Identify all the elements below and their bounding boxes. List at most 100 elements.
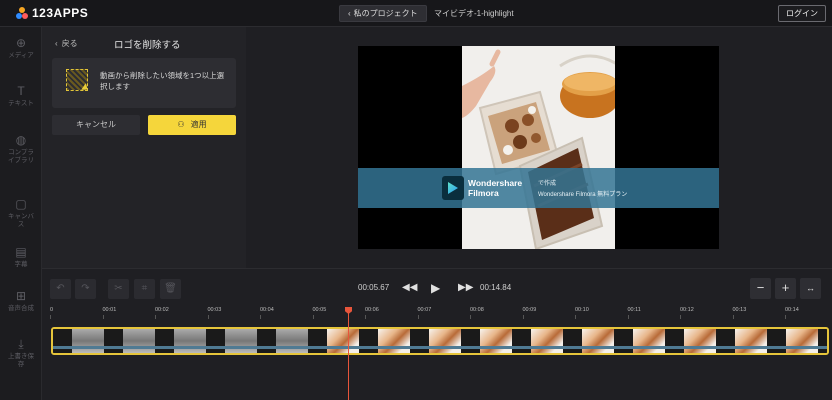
total-time: 00:14.84 <box>480 283 512 292</box>
fit-timeline-icon[interactable]: ↔ <box>800 278 821 299</box>
my-projects-button[interactable]: ‹ 私のプロジェクト <box>339 5 427 22</box>
video-preview[interactable]: Wondershare Filmora で作成 Wondershare Film… <box>358 46 719 249</box>
track-gap <box>206 329 225 353</box>
ruler-tick: 00:04 <box>260 307 274 319</box>
ruler-tick: 00:12 <box>680 307 694 319</box>
video-frame-image <box>462 46 615 249</box>
top-bar: 123APPS ‹ 私のプロジェクト マイビデオ-1-highlight ログイ… <box>0 0 832 27</box>
skip-forward-icon[interactable]: ▶▶ <box>458 280 473 296</box>
ruler-tick: 00:14 <box>785 307 799 319</box>
track-thumbnail <box>531 329 563 353</box>
download-icon: ⤓ <box>18 337 24 351</box>
ruler-tick: 00:02 <box>155 307 169 319</box>
watermark-made-with: で作成 <box>538 181 557 187</box>
login-button[interactable]: ログイン <box>778 5 826 22</box>
sticker-icon: ◍ <box>15 133 27 147</box>
track-thumbnail <box>480 329 512 353</box>
rail-item-subtitles[interactable]: ▤ 字幕 <box>0 245 42 269</box>
undo-icon[interactable]: ↶ <box>50 279 71 299</box>
logo-mark-icon <box>16 7 28 19</box>
ruler-tick: 00:03 <box>207 307 222 319</box>
cut-icon[interactable]: ✂ <box>108 279 129 299</box>
track-gap <box>512 329 531 353</box>
ruler-tick: 00:01 <box>102 307 117 319</box>
filmora-logo-icon <box>442 176 464 200</box>
track-thumbnail <box>786 329 818 353</box>
redo-icon[interactable]: ↷ <box>75 279 96 299</box>
playhead[interactable] <box>348 309 349 400</box>
crop-icon[interactable]: ⌗ <box>134 279 155 299</box>
text-icon: T <box>17 84 25 98</box>
track-thumbnail <box>327 329 359 353</box>
track-thumbnail <box>123 329 155 353</box>
rail-item-label: 字幕 <box>14 261 28 268</box>
canvas-icon: ▢ <box>15 197 27 211</box>
logo-text: 123APPS <box>32 6 89 20</box>
ruler-tick: 00:10 <box>575 307 589 319</box>
voice-icon: ⊞ <box>15 289 27 303</box>
track-thumbnail <box>684 329 716 353</box>
rail-item-voice[interactable]: ⊞ 音声合成 <box>0 289 42 313</box>
rail-item-label: メディア <box>8 52 34 59</box>
watermark-brand-line2: Filmora <box>468 188 499 198</box>
track-gap <box>155 329 174 353</box>
left-toolbar: ⊕ メディア T テキスト ◍ コンプライブラリ ▢ キャンバス ▤ 字幕 ⊞ … <box>0 27 42 400</box>
cancel-button[interactable]: キャンセル <box>52 115 140 135</box>
track-gap <box>359 329 378 353</box>
track-thumbnail <box>582 329 614 353</box>
play-icon[interactable]: ▶ <box>431 280 440 296</box>
audio-waveform <box>53 346 827 349</box>
ruler-tick: 00:07 <box>417 307 432 319</box>
watermark-brand-line1: Wondershare <box>468 178 523 188</box>
video-track[interactable] <box>51 327 829 355</box>
track-thumbnail <box>276 329 308 353</box>
rail-item-label: テキスト <box>8 100 34 107</box>
timeline-area: ↶ ↷ ✂ ⌗ 🗑 00:05.67 ◀◀ ▶ ▶▶ 00:14.84 − + … <box>42 268 832 400</box>
project-name[interactable]: マイビデオ-1-highlight <box>434 8 514 19</box>
rail-item-media[interactable]: ⊕ メディア <box>0 36 42 60</box>
rail-item-label: キャンバス <box>8 213 34 228</box>
track-gap <box>716 329 735 353</box>
track-thumbnail <box>735 329 767 353</box>
track-gap <box>308 329 327 353</box>
rail-item-text[interactable]: T テキスト <box>0 84 42 108</box>
track-thumbnail <box>72 329 104 353</box>
video-editor-app: 123APPS ‹ 私のプロジェクト マイビデオ-1-highlight ログイ… <box>0 0 832 400</box>
instruction-text: 動画から削除したい領域を1つ以上選択します <box>100 71 225 91</box>
timeline-ruler[interactable]: 0 00:01 00:02 00:03 00:04 00:05 00:06 00:07 00:0… <box>50 307 832 319</box>
ruler-tick: 00:08 <box>470 307 484 319</box>
delete-icon[interactable]: 🗑 <box>160 279 181 299</box>
track-gap <box>563 329 582 353</box>
track-gap <box>767 329 786 353</box>
rail-item-save[interactable]: ⤓ 上書き保存 <box>0 337 42 369</box>
panel-back-button[interactable]: ‹ 戻る <box>55 38 78 49</box>
my-projects-label: 私のプロジェクト <box>353 9 418 18</box>
rail-item-label: コンプライブラリ <box>8 149 34 164</box>
ruler-tick: 0 <box>50 307 54 319</box>
apply-button[interactable]: ⚇ 適用 <box>148 115 236 135</box>
preview-area: Wondershare Filmora で作成 Wondershare Film… <box>246 27 832 268</box>
filmora-watermark: Wondershare Filmora で作成 Wondershare Film… <box>358 168 719 208</box>
skip-back-icon[interactable]: ◀◀ <box>402 280 417 296</box>
ruler-tick: 00:05 <box>312 307 327 319</box>
zoom-in-icon[interactable]: + <box>775 278 796 299</box>
track-gap <box>53 329 72 353</box>
track-thumbnail <box>225 329 257 353</box>
app-logo[interactable]: 123APPS <box>16 6 88 20</box>
track-gap <box>410 329 429 353</box>
watermark-brand: Wondershare Filmora <box>468 178 522 198</box>
ruler-tick: 00:09 <box>522 307 537 319</box>
zoom-out-icon[interactable]: − <box>750 278 771 299</box>
track-gap <box>257 329 276 353</box>
ruler-tick: 00:06 <box>365 307 379 319</box>
chevron-left-icon: ‹ <box>55 39 58 48</box>
panel-back-label: 戻る <box>61 39 78 48</box>
track-gap <box>665 329 684 353</box>
remove-logo-panel: ‹ 戻る ロゴを削除する 動画から削除したい領域を1つ以上選択します キャンセル… <box>42 27 246 268</box>
rail-item-library[interactable]: ◍ コンプライブラリ <box>0 133 42 165</box>
track-gap <box>614 329 633 353</box>
subtitles-icon: ▤ <box>15 245 27 259</box>
rail-item-canvas[interactable]: ▢ キャンバス <box>0 197 42 229</box>
current-time: 00:05.67 <box>358 283 390 292</box>
instruction-box: 動画から削除したい領域を1つ以上選択します <box>52 58 236 108</box>
